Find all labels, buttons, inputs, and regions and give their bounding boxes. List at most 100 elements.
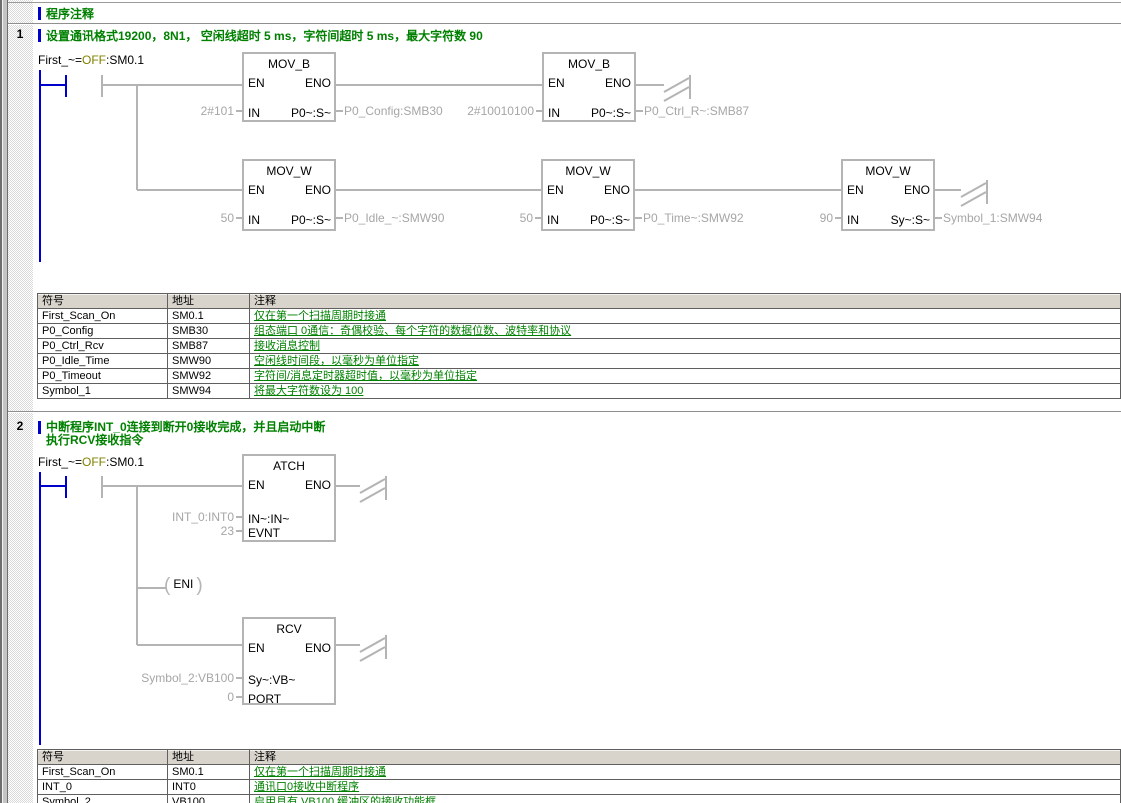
pin-out: Sy~:S~ — [891, 213, 930, 227]
cell-address[interactable]: VB100 — [168, 795, 250, 803]
cell-address[interactable]: SMB30 — [168, 324, 250, 339]
table-row[interactable]: INT_0 INT0 通讯口0接收中断程序 — [38, 780, 1121, 795]
operand-in[interactable]: Symbol_2:VB100 — [84, 671, 234, 685]
table-row[interactable]: Symbol_1 SMW94 将最大字符数设为 100 — [38, 384, 1121, 399]
cell-address[interactable]: SMW92 — [168, 369, 250, 384]
cell-address[interactable]: SMB87 — [168, 339, 250, 354]
comment-text: 仅在第一个扫描周期时接通 — [254, 310, 386, 322]
cell-address[interactable]: SM0.1 — [168, 309, 250, 324]
col-header-comment[interactable]: 注释 — [250, 750, 1121, 765]
mov-b-block-2[interactable]: MOV_B EN ENO IN P0~:S~ — [542, 52, 636, 122]
pin-en: EN — [847, 183, 864, 197]
table-row[interactable]: First_Scan_On SM0.1 仅在第一个扫描周期时接通 — [38, 309, 1121, 324]
pin-out: P0~:S~ — [291, 213, 331, 227]
pin-port: PORT — [248, 692, 281, 706]
pin-eno: ENO — [305, 641, 331, 655]
block-title: MOV_W — [843, 164, 933, 178]
col-header-comment[interactable]: 注释 — [250, 294, 1121, 309]
symbol-table-2: 符号 地址 注释 First_Scan_On SM0.1 仅在第一个扫描周期时接… — [37, 749, 1121, 803]
cell-address[interactable]: SM0.1 — [168, 765, 250, 780]
cell-symbol[interactable]: P0_Idle_Time — [38, 354, 168, 369]
cell-symbol[interactable]: P0_Timeout — [38, 369, 168, 384]
cell-symbol[interactable]: Symbol_1 — [38, 384, 168, 399]
rcv-block[interactable]: RCV EN ENO Sy~:VB~ PORT — [242, 617, 336, 705]
operand-in[interactable]: 50 — [84, 211, 234, 225]
table-row[interactable]: P0_Idle_Time SMW90 空闲线时间段，以毫秒为单位指定 — [38, 354, 1121, 369]
cell-symbol[interactable]: Symbol_2 — [38, 795, 168, 803]
col-header-symbol[interactable]: 符号 — [38, 294, 168, 309]
mov-w-block-3[interactable]: MOV_W EN ENO IN Sy~:S~ — [841, 159, 935, 231]
operand-out[interactable]: Symbol_1:SMW94 — [943, 211, 1042, 225]
cell-comment[interactable]: 启用具有 VB100 缓冲区的接收功能框 — [250, 795, 1121, 803]
cell-symbol[interactable]: First_Scan_On — [38, 765, 168, 780]
pin-eno: ENO — [305, 183, 331, 197]
comment-text: 启用具有 VB100 缓冲区的接收功能框 — [254, 796, 436, 803]
pin-in: IN — [248, 213, 260, 227]
col-header-address[interactable]: 地址 — [168, 294, 250, 309]
pin-eno: ENO — [904, 183, 930, 197]
ladder-editor: 程序注释 1 设置通讯格式19200，8N1， 空闲线超时 5 ms，字符间超时… — [0, 0, 1121, 803]
operand-in[interactable]: INT_0:INT0 — [84, 510, 234, 524]
block-title: MOV_W — [543, 164, 633, 178]
table-row[interactable]: Symbol_2 VB100 启用具有 VB100 缓冲区的接收功能框 — [38, 795, 1121, 803]
cell-comment[interactable]: 字符间/消息定时器超时值，以毫秒为单位指定 — [250, 369, 1121, 384]
pin-in: IN — [248, 106, 260, 120]
pin-out: P0~:S~ — [590, 213, 630, 227]
cell-comment[interactable]: 空闲线时间段，以毫秒为单位指定 — [250, 354, 1121, 369]
operand-in[interactable]: 2#101 — [84, 104, 234, 118]
symbol-table-1: 符号 地址 注释 First_Scan_On SM0.1 仅在第一个扫描周期时接… — [37, 293, 1121, 399]
operand-out[interactable]: P0_Ctrl_R~:SMB87 — [644, 104, 749, 118]
cell-symbol[interactable]: P0_Config — [38, 324, 168, 339]
table-header-row: 符号 地址 注释 — [38, 750, 1121, 765]
cell-symbol[interactable]: P0_Ctrl_Rcv — [38, 339, 168, 354]
pin-en: EN — [248, 641, 265, 655]
cell-comment[interactable]: 接收消息控制 — [250, 339, 1121, 354]
table-row[interactable]: First_Scan_On SM0.1 仅在第一个扫描周期时接通 — [38, 765, 1121, 780]
mov-w-block-2[interactable]: MOV_W EN ENO IN P0~:S~ — [541, 159, 635, 231]
cell-comment[interactable]: 通讯口0接收中断程序 — [250, 780, 1121, 795]
comment-text: 将最大字符数设为 100 — [254, 385, 363, 397]
pin-eno: ENO — [305, 76, 331, 90]
cell-comment[interactable]: 仅在第一个扫描周期时接通 — [250, 765, 1121, 780]
block-title: ATCH — [244, 459, 334, 473]
eni-coil[interactable]: (ENI) — [164, 576, 203, 596]
operand-in[interactable]: 23 — [84, 524, 234, 538]
cell-symbol[interactable]: INT_0 — [38, 780, 168, 795]
comment-text: 组态端口 0通信：奇偶校验、每个字符的数据位数、波特率和协议 — [254, 325, 571, 337]
coil-right-paren: ) — [196, 575, 202, 596]
operand-in[interactable]: 50 — [383, 211, 533, 225]
mov-b-block-1[interactable]: MOV_B EN ENO IN P0~:S~ — [242, 52, 336, 122]
operand-in[interactable]: 0 — [84, 690, 234, 704]
pin-eno: ENO — [604, 183, 630, 197]
pin-en: EN — [548, 76, 565, 90]
coil-label: ENI — [170, 577, 196, 591]
table-row[interactable]: P0_Timeout SMW92 字符间/消息定时器超时值，以毫秒为单位指定 — [38, 369, 1121, 384]
cell-symbol[interactable]: First_Scan_On — [38, 309, 168, 324]
operand-in[interactable]: 2#10010100 — [384, 104, 534, 118]
col-header-address[interactable]: 地址 — [168, 750, 250, 765]
table-header-row: 符号 地址 注释 — [38, 294, 1121, 309]
operand-in[interactable]: 90 — [683, 211, 833, 225]
table-row[interactable]: P0_Config SMB30 组态端口 0通信：奇偶校验、每个字符的数据位数、… — [38, 324, 1121, 339]
pin-eno: ENO — [305, 478, 331, 492]
cell-comment[interactable]: 将最大字符数设为 100 — [250, 384, 1121, 399]
pin-out: P0~:S~ — [591, 106, 631, 120]
comment-text: 空闲线时间段，以毫秒为单位指定 — [254, 355, 419, 367]
cell-address[interactable]: INT0 — [168, 780, 250, 795]
cell-comment[interactable]: 组态端口 0通信：奇偶校验、每个字符的数据位数、波特率和协议 — [250, 324, 1121, 339]
pin-evnt: EVNT — [248, 526, 280, 540]
cell-address[interactable]: SMW94 — [168, 384, 250, 399]
atch-block[interactable]: ATCH EN ENO IN~:IN~ EVNT — [242, 454, 336, 542]
mov-w-block-1[interactable]: MOV_W EN ENO IN P0~:S~ — [242, 159, 336, 231]
table-row[interactable]: P0_Ctrl_Rcv SMB87 接收消息控制 — [38, 339, 1121, 354]
pin-en: EN — [248, 183, 265, 197]
pin-in: IN — [547, 213, 559, 227]
cell-comment[interactable]: 仅在第一个扫描周期时接通 — [250, 309, 1121, 324]
comment-text: 接收消息控制 — [254, 340, 320, 352]
pin-eno: ENO — [605, 76, 631, 90]
block-title: RCV — [244, 622, 334, 636]
comment-text: 仅在第一个扫描周期时接通 — [254, 766, 386, 778]
col-header-symbol[interactable]: 符号 — [38, 750, 168, 765]
block-title: MOV_B — [544, 57, 634, 71]
cell-address[interactable]: SMW90 — [168, 354, 250, 369]
